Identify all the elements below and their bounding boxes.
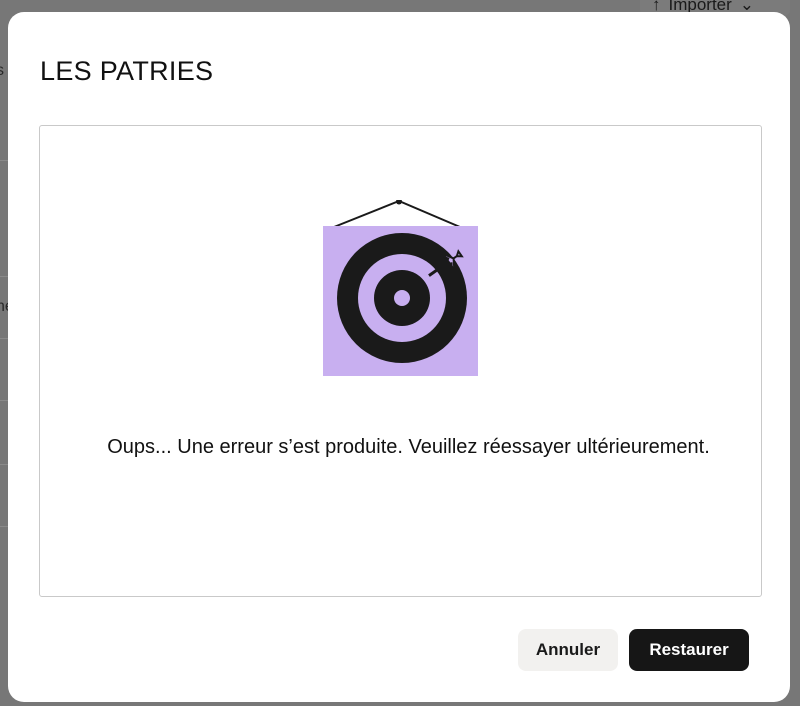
- dialog-title: LES PATRIES: [40, 56, 214, 86]
- restore-button[interactable]: Restaurer: [629, 629, 749, 671]
- target-with-dart-illustration: [323, 200, 478, 376]
- error-content-panel: Oups... Une erreur s’est produite. Veuil…: [39, 125, 762, 597]
- restore-dialog: LES PATRIES Oups... Une erreur s’est pro…: [8, 12, 790, 702]
- error-message: Oups... Une erreur s’est produite. Veuil…: [107, 436, 710, 458]
- cancel-button[interactable]: Annuler: [518, 629, 618, 671]
- background-text-fragment: s: [0, 62, 4, 79]
